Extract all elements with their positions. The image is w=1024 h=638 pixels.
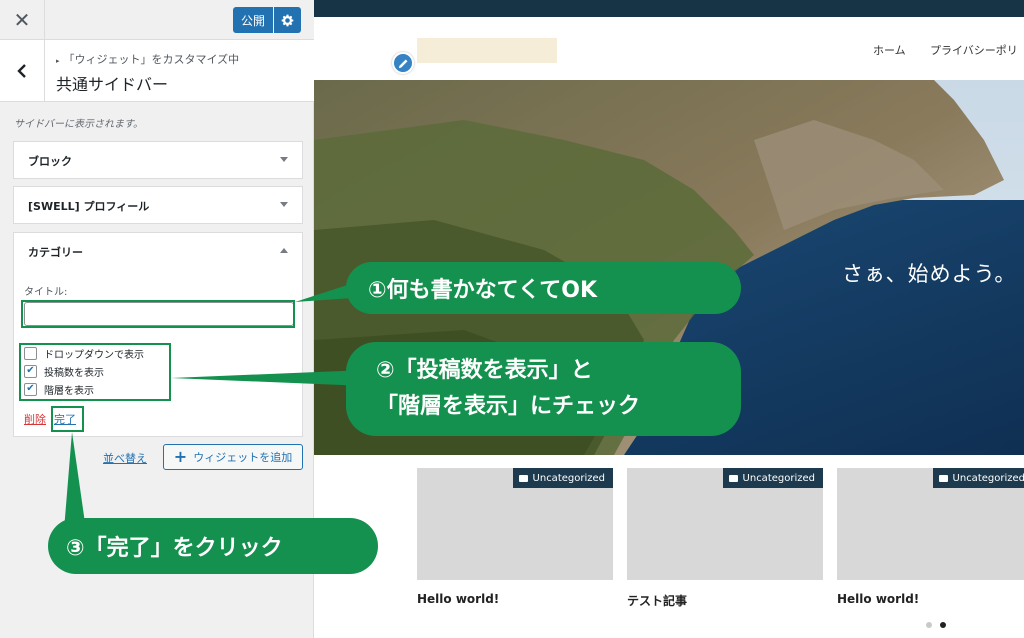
callout-text: ③「完了」をクリック (66, 536, 283, 561)
callout-checkbox-hint: ②「投稿数を表示」と 「階層を表示」にチェック (346, 342, 741, 436)
highlight-checkboxes (19, 343, 171, 401)
callout-text-line1: ②「投稿数を表示」と (376, 358, 593, 383)
screenshot-root: ✕ 公開 ▸ 「ウィジェット」をカスタマイズ中 共通サイドバー サイドバーに表示さ… (0, 0, 1024, 638)
callout-title-hint: ①何も書かなてくてOK (346, 262, 741, 314)
callout-text-line2: 「階層を表示」にチェック (376, 394, 641, 419)
highlight-done-link (51, 406, 84, 432)
highlight-title-input (21, 300, 295, 328)
callout-done-hint: ③「完了」をクリック (48, 518, 378, 574)
callout-text: ①何も書かなてくてOK (368, 278, 598, 303)
